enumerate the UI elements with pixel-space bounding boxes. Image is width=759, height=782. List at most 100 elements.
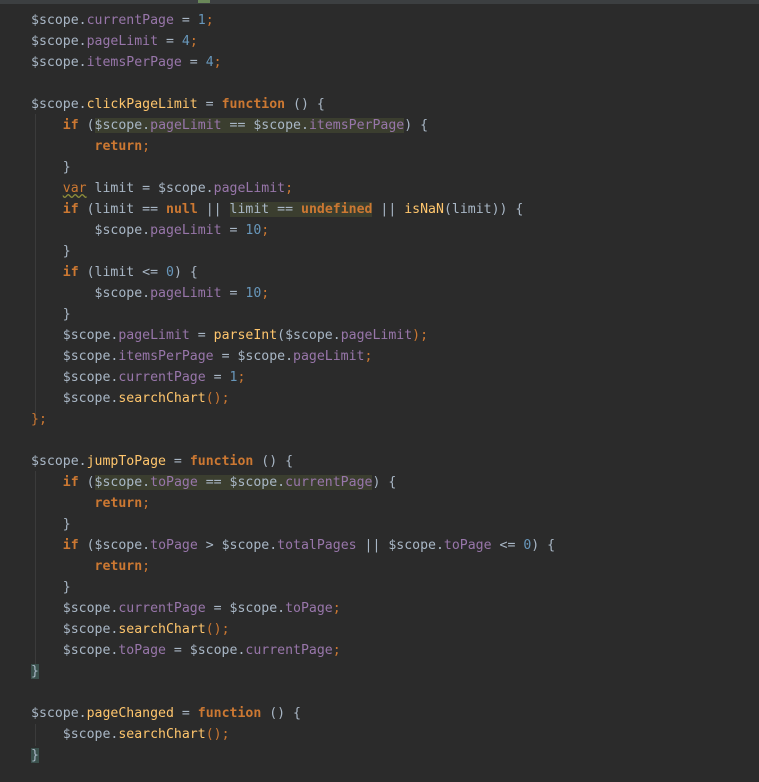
code-token: return: [94, 559, 143, 574]
code-token: ;: [189, 34, 198, 49]
code-line[interactable]: return;: [31, 556, 151, 577]
code-line[interactable]: $scope.currentPage = $scope.toPage;: [31, 598, 341, 619]
code-line[interactable]: }: [31, 514, 71, 535]
code-line[interactable]: if ($scope.pageLimit == $scope.itemsPerP…: [31, 115, 428, 136]
code-token: toPage: [118, 643, 166, 658]
code-token: $scope.: [31, 223, 151, 238]
code-token: ;: [205, 13, 214, 28]
code-token: <=: [491, 538, 524, 553]
change-marker: [198, 0, 210, 3]
code-token: 10: [245, 286, 262, 301]
code-token: $scope.: [31, 328, 119, 343]
code-token: itemsPerPage: [118, 349, 214, 364]
code-token: pageLimit: [86, 34, 159, 49]
code-line[interactable]: return;: [31, 493, 151, 514]
code-line[interactable]: $scope.clickPageLimit = function () {: [31, 94, 325, 115]
code-token: pageLimit: [213, 181, 286, 196]
code-token: toPage: [150, 538, 198, 553]
code-token: == $scope.: [197, 475, 286, 490]
code-line[interactable]: };: [31, 409, 47, 430]
code-line[interactable]: if ($scope.toPage == $scope.currentPage)…: [31, 472, 396, 493]
code-line[interactable]: $scope.toPage = $scope.currentPage;: [31, 640, 341, 661]
code-token: ;: [237, 370, 246, 385]
code-token: $scope.: [31, 286, 151, 301]
code-line[interactable]: $scope.pageLimit = 10;: [31, 283, 270, 304]
code-line[interactable]: if ($scope.toPage > $scope.totalPages ||…: [31, 535, 555, 556]
code-token: () {: [285, 97, 325, 112]
code-token: }: [31, 307, 71, 322]
code-token: $scope.: [94, 118, 151, 133]
code-token: }: [31, 244, 71, 259]
code-token: searchChart: [118, 622, 206, 637]
code-token: = $scope.: [165, 643, 246, 658]
code-line[interactable]: $scope.pageLimit = 4;: [31, 31, 198, 52]
code-token: = $scope.: [213, 349, 294, 364]
code-line[interactable]: $scope.pageChanged = function () {: [31, 703, 301, 724]
code-token: jumpToPage: [86, 454, 166, 469]
code-token: pageLimit: [150, 118, 222, 133]
code-line[interactable]: $scope.searchChart();: [31, 619, 230, 640]
code-token: $scope.: [31, 97, 87, 112]
code-token: =: [189, 328, 214, 343]
code-token: ;: [142, 139, 151, 154]
code-line[interactable]: var limit = $scope.pageLimit;: [31, 178, 293, 199]
code-token: ($scope.: [78, 538, 151, 553]
code-token: ;: [261, 286, 270, 301]
code-token: parseInt: [213, 328, 278, 343]
code-line[interactable]: }: [31, 577, 71, 598]
code-line[interactable]: if (limit == null || limit == undefined …: [31, 199, 523, 220]
code-token: ) {: [531, 538, 556, 553]
code-line[interactable]: }: [31, 241, 71, 262]
code-token: toPage: [443, 538, 492, 553]
code-line[interactable]: if (limit <= 0) {: [31, 262, 198, 283]
code-token: ;: [261, 223, 270, 238]
code-line[interactable]: $scope.pageLimit = parseInt($scope.pageL…: [31, 325, 428, 346]
code-token: $scope.: [31, 622, 119, 637]
code-token: searchChart: [118, 391, 206, 406]
code-token: 4: [205, 55, 214, 70]
code-token: pageLimit: [150, 223, 222, 238]
code-line[interactable]: return;: [31, 136, 151, 157]
code-token: ||: [197, 202, 230, 217]
code-token: }: [31, 160, 71, 175]
code-token: pageLimit: [118, 328, 190, 343]
code-token: if: [62, 118, 79, 133]
code-token: =: [173, 706, 198, 721]
code-token: $scope.: [31, 34, 87, 49]
code-line[interactable]: $scope.currentPage = 1;: [31, 10, 214, 31]
code-token: clickPageLimit: [86, 97, 198, 112]
code-token: $scope.: [31, 706, 87, 721]
code-token: ;: [332, 643, 341, 658]
code-token: ) {: [173, 265, 198, 280]
code-token: () {: [261, 706, 301, 721]
code-line[interactable]: $scope.itemsPerPage = $scope.pageLimit;: [31, 346, 373, 367]
code-token: currentPage: [86, 13, 174, 28]
code-line[interactable]: $scope.jumpToPage = function () {: [31, 451, 293, 472]
code-token: $scope.: [31, 349, 119, 364]
code-line[interactable]: }: [31, 661, 39, 682]
code-line[interactable]: $scope.searchChart();: [31, 388, 230, 409]
code-token: function: [221, 97, 286, 112]
code-line[interactable]: $scope.pageLimit = 10;: [31, 220, 270, 241]
code-token: if: [62, 538, 79, 553]
code-token: if: [62, 475, 79, 490]
code-token: itemsPerPage: [308, 118, 405, 133]
code-token: limit ==: [229, 202, 301, 217]
code-token: }: [31, 580, 71, 595]
code-editor[interactable]: $scope.currentPage = 1; $scope.pageLimit …: [0, 0, 759, 782]
code-line[interactable]: }: [31, 157, 71, 178]
code-token: currentPage: [118, 370, 206, 385]
code-line[interactable]: $scope.searchChart();: [31, 724, 230, 745]
code-line[interactable]: $scope.currentPage = 1;: [31, 367, 246, 388]
code-token: ) {: [404, 118, 429, 133]
code-token: (: [78, 475, 95, 490]
code-token: $scope.: [31, 727, 119, 742]
code-token: =: [165, 454, 190, 469]
code-line[interactable]: $scope.itemsPerPage = 4;: [31, 52, 222, 73]
code-line[interactable]: }: [31, 304, 71, 325]
code-line[interactable]: }: [31, 745, 39, 766]
